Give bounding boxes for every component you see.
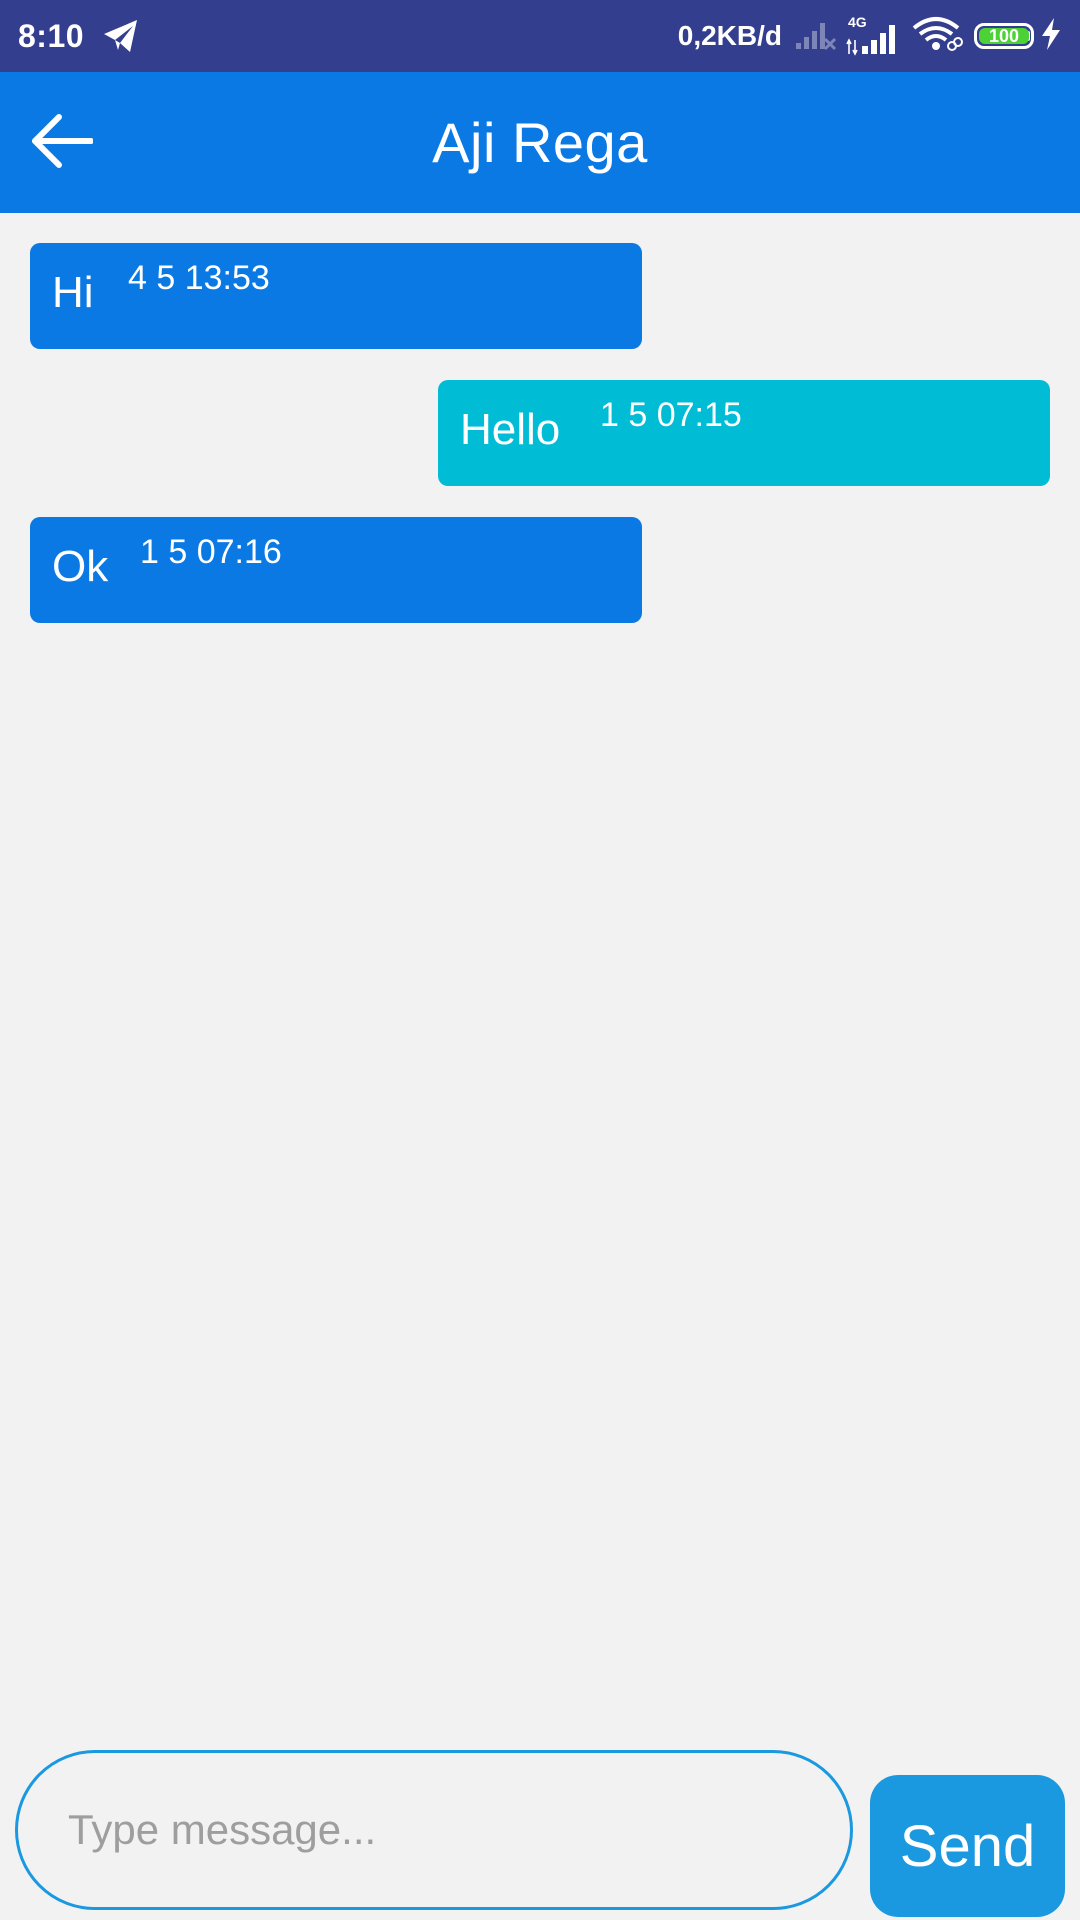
chat-title: Aji Rega — [432, 111, 648, 174]
network-type-label: 4G — [848, 14, 867, 30]
network-type-indicator: 4G — [846, 14, 902, 56]
arrow-left-icon — [32, 114, 93, 168]
message-text: Hello — [460, 405, 561, 454]
telegram-icon — [102, 17, 140, 55]
battery-indicator: 100 — [974, 23, 1034, 49]
message-list: Hi 4 5 13:53 Hello 1 5 07:15 Ok 1 5 07:1… — [0, 213, 1080, 1713]
status-bar: 8:10 0,2KB/d 4G 100 — [0, 0, 1080, 72]
battery-level: 100 — [988, 26, 1020, 46]
message-text: Ok — [52, 542, 109, 591]
message-composer: Send — [0, 1740, 1080, 1920]
message-bubble-incoming[interactable]: Hi 4 5 13:53 — [30, 243, 642, 349]
message-text: Hi — [52, 268, 94, 317]
message-bubble-incoming[interactable]: Ok 1 5 07:16 — [30, 517, 642, 623]
app-bar: Aji Rega — [0, 72, 1080, 213]
battery-icon: 100 — [974, 23, 1034, 49]
back-button[interactable] — [22, 102, 100, 180]
wifi-icon — [912, 16, 964, 57]
signal-off-icon — [794, 17, 837, 56]
send-button[interactable]: Send — [870, 1775, 1065, 1917]
status-right-group: 0,2KB/d 4G 100 — [677, 14, 1062, 57]
charging-icon — [1040, 17, 1062, 56]
message-timestamp: 1 5 07:16 — [140, 533, 282, 571]
network-speed: 0,2KB/d — [677, 20, 782, 51]
message-timestamp: 1 5 07:15 — [600, 396, 742, 434]
message-bubble-outgoing[interactable]: Hello 1 5 07:15 — [438, 380, 1050, 486]
chat-screen: 8:10 0,2KB/d 4G 100 Aji Rega Hi 4 5 13:5… — [0, 0, 1080, 1920]
message-timestamp: 4 5 13:53 — [128, 259, 270, 297]
message-input[interactable] — [15, 1750, 853, 1910]
status-time: 8:10 — [18, 17, 85, 54]
